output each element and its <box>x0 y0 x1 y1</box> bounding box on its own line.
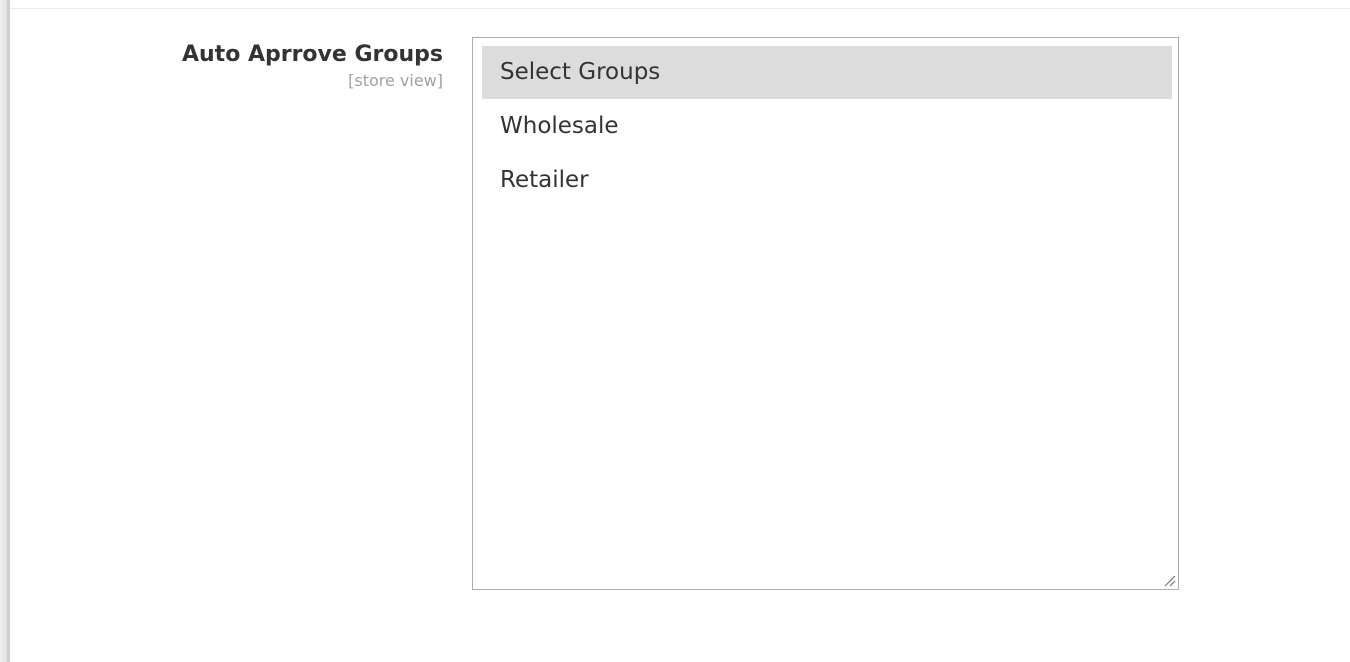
field-scope-label: [store view] <box>348 71 443 90</box>
field-label-title: Auto Aprrove Groups <box>181 42 443 67</box>
panel-left-border <box>0 0 10 662</box>
option-retailer[interactable]: Retailer <box>482 154 1172 207</box>
config-form-page: Auto Aprrove Groups [store view] Select … <box>0 0 1350 662</box>
option-select-groups[interactable]: Select Groups <box>482 46 1172 99</box>
resize-grip-icon[interactable] <box>1162 573 1176 587</box>
auto-approve-groups-label: Auto Aprrove Groups [store view] <box>182 40 443 92</box>
option-wholesale[interactable]: Wholesale <box>482 100 1172 153</box>
auto-approve-groups-multiselect[interactable]: Select Groups Wholesale Retailer <box>472 37 1179 590</box>
top-divider <box>10 8 1350 9</box>
